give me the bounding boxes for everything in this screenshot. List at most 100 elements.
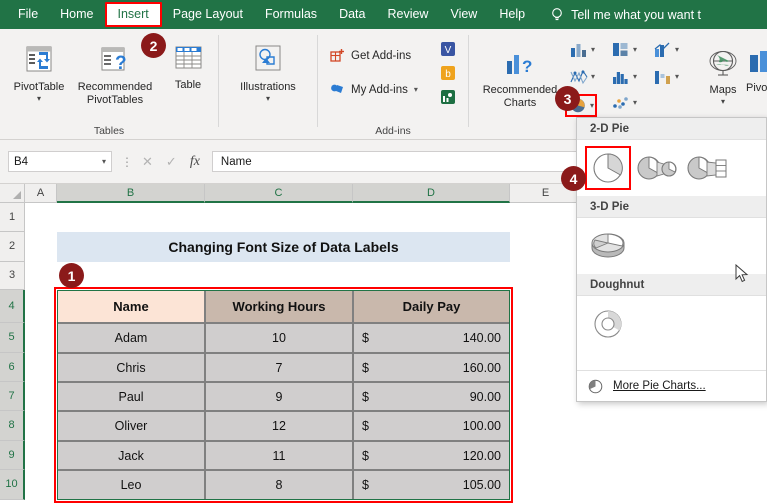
bar-chart-button[interactable]: ▾ [611,41,637,58]
tables-group-label: Tables [0,125,218,137]
chevron-down-icon[interactable]: ▾ [633,72,637,81]
histogram-chart-button[interactable]: ▾ [611,68,637,85]
tab-review[interactable]: Review [376,0,439,29]
column-header-b[interactable]: B [57,184,205,203]
callout-badge-4: 4 [561,166,586,191]
chevron-down-icon[interactable]: ▾ [8,95,70,102]
tab-data[interactable]: Data [328,0,376,29]
illustrations-button[interactable]: Illustrations ▾ [225,44,311,102]
visio-addin-icon[interactable]: V [440,41,456,57]
tab-help[interactable]: Help [488,0,536,29]
illustrations-icon [249,44,287,78]
tell-me-search[interactable]: Tell me what you want t [550,7,701,23]
pivotchart-button[interactable]: Pivo [746,49,767,95]
header-cell-name[interactable]: Name [57,290,205,323]
column-chart-button[interactable]: ▾ [569,41,595,58]
chevron-down-icon[interactable]: ▾ [633,98,637,107]
chevron-down-icon[interactable]: ▾ [591,45,595,54]
cell-pay-2[interactable]: $ 90.00 [353,382,510,411]
tab-page-layout[interactable]: Page Layout [162,0,254,29]
row-header-3[interactable]: 3 [0,262,25,290]
row-header-4[interactable]: 4 [0,290,25,323]
cell-pay-0[interactable]: $ 140.00 [353,323,510,353]
chevron-down-icon[interactable]: ▾ [702,98,744,105]
recommended-charts-line2: Charts [479,97,561,110]
cell-hours-0[interactable]: 10 [205,323,353,353]
histogram-chart-icon [611,68,631,85]
cell-hours-2[interactable]: 9 [205,382,353,411]
row-header-7[interactable]: 7 [0,382,25,411]
cell-name-4[interactable]: Jack [57,441,205,470]
row-header-10[interactable]: 10 [0,470,25,500]
tab-formulas[interactable]: Formulas [254,0,328,29]
column-header-a[interactable]: A [25,184,57,203]
row-header-9[interactable]: 9 [0,441,25,470]
globe-icon [707,49,739,81]
cell-name-2[interactable]: Paul [57,382,205,411]
column-header-c[interactable]: C [205,184,353,203]
cell-pay-5[interactable]: $ 105.00 [353,470,510,500]
cell-hours-3[interactable]: 12 [205,411,353,441]
cell-name-0[interactable]: Adam [57,323,205,353]
pay-value-5: 105.00 [463,478,501,492]
cell-hours-5[interactable]: 8 [205,470,353,500]
chevron-down-icon[interactable]: ▾ [675,45,679,54]
tab-insert[interactable]: Insert [105,2,162,27]
chevron-down-icon[interactable]: ▾ [414,85,418,94]
cell-name-5[interactable]: Leo [57,470,205,500]
dropdown-section-3d-pie-title: 3-D Pie [577,196,766,218]
doughnut-option-button[interactable] [585,302,631,346]
scatter-line-chart-button[interactable]: ▾ [569,68,595,85]
fx-icon[interactable]: fx [190,154,200,170]
line-chart-button[interactable]: ▾ [653,41,679,58]
cell-hours-4[interactable]: 11 [205,441,353,470]
doughnut-icon [590,306,626,342]
header-cell-working-hours[interactable]: Working Hours [205,290,353,323]
row-header-8[interactable]: 8 [0,411,25,441]
check-icon[interactable]: ✓ [166,154,177,170]
name-box[interactable]: B4 ▾ [8,151,112,172]
title-cell[interactable]: Changing Font Size of Data Labels [57,232,510,262]
chevron-down-icon[interactable]: ▾ [102,157,106,166]
chevron-down-icon[interactable]: ▾ [225,95,311,102]
pie-option-button[interactable] [585,146,631,190]
bing-maps-addin-icon[interactable]: b [440,65,456,81]
tab-view[interactable]: View [439,0,488,29]
row-header-2[interactable]: 2 [0,232,25,262]
chevron-down-icon[interactable]: ▾ [633,45,637,54]
pie-of-pie-option-button[interactable] [635,146,681,190]
scatter-chart-button[interactable]: ▾ [611,94,637,111]
pivottable-button[interactable]: PivotTable ▾ [8,44,70,102]
cell-pay-3[interactable]: $ 100.00 [353,411,510,441]
tab-home[interactable]: Home [49,0,104,29]
pivotchart-icon [748,49,767,79]
cell-name-3[interactable]: Oliver [57,411,205,441]
pie-3d-option-button[interactable] [585,224,631,268]
column-header-d[interactable]: D [353,184,510,203]
cancel-icon[interactable]: ✕ [142,154,153,170]
cell-pay-4[interactable]: $ 120.00 [353,441,510,470]
bar-of-pie-option-button[interactable] [685,146,731,190]
cell-pay-1[interactable]: $ 160.00 [353,353,510,382]
cell-name-1[interactable]: Chris [57,353,205,382]
row-header-6[interactable]: 6 [0,353,25,382]
chevron-down-icon[interactable]: ▾ [591,72,595,81]
recommended-charts-button[interactable]: ? Recommended Charts [479,49,561,109]
row-header-5[interactable]: 5 [0,323,25,353]
tab-file[interactable]: File [0,0,49,29]
more-pie-charts-item[interactable]: More Pie Charts... [577,370,766,401]
chevron-down-icon[interactable]: ▾ [590,101,594,110]
my-addins-button[interactable]: My Add-ins ▾ [330,82,418,97]
cell-hours-1[interactable]: 7 [205,353,353,382]
formula-bar-handle[interactable]: ⋮ [121,155,133,169]
get-addins-button[interactable]: Get Add-ins [330,48,411,63]
row-header-1[interactable]: 1 [0,203,25,232]
people-graph-addin-icon[interactable] [440,89,456,105]
table-button[interactable]: Table [162,44,214,92]
waterfall-chart-button[interactable]: ▾ [653,68,679,85]
chevron-down-icon[interactable]: ▾ [675,72,679,81]
header-cell-daily-pay[interactable]: Daily Pay [353,290,510,323]
currency-symbol-4: $ [362,449,369,463]
svg-text:?: ? [522,57,532,76]
maps-button[interactable]: Maps ▾ [702,49,744,105]
